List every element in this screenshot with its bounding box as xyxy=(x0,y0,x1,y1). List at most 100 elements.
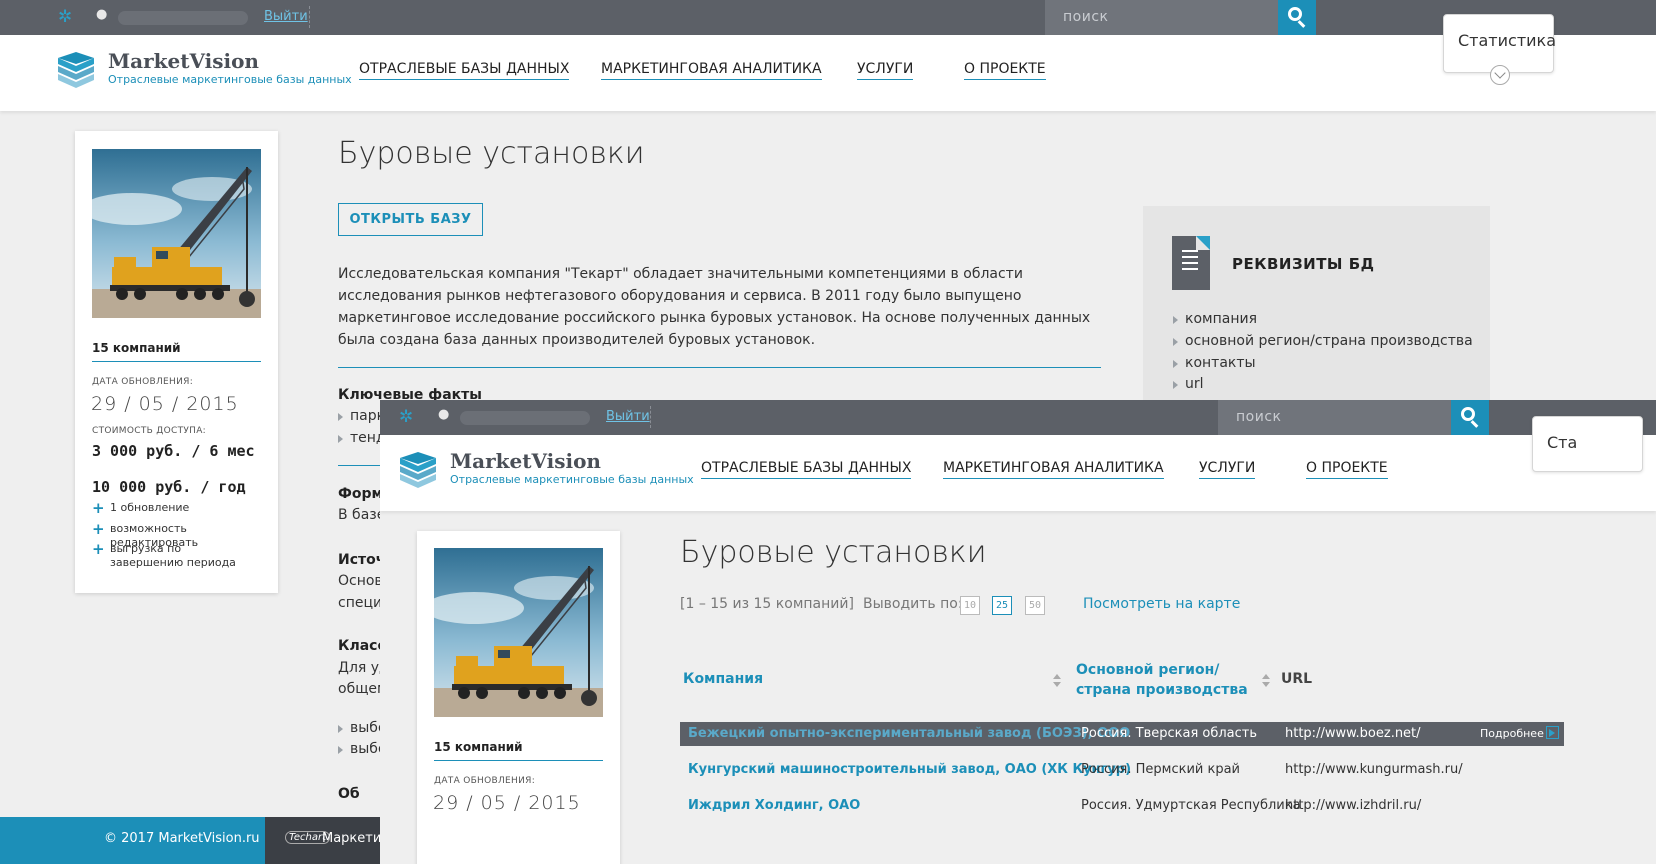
per-page-10[interactable]: 10 xyxy=(960,596,980,615)
table-row[interactable]: Бежецкий опытно-экспериментальный завод … xyxy=(680,722,1564,746)
url-cell[interactable]: http://www.kungurmash.ru/ xyxy=(1285,762,1463,777)
separator xyxy=(650,406,651,428)
details-arrow-icon[interactable] xyxy=(1546,726,1559,739)
per-page-50[interactable]: 50 xyxy=(1025,596,1045,615)
separator xyxy=(309,6,310,28)
column-company[interactable]: Компания xyxy=(683,669,763,689)
search-icon xyxy=(1288,7,1302,21)
search-input[interactable]: поиск xyxy=(1218,400,1451,435)
column-region[interactable]: Основной регион/страна производства xyxy=(1076,660,1256,700)
user-icon: ● xyxy=(96,7,108,22)
company-count: 15 компаний xyxy=(92,341,181,355)
drilling-rig-image xyxy=(92,149,261,318)
view-on-map-link[interactable]: Посмотреть на карте xyxy=(1083,596,1240,612)
open-database-button[interactable]: ОТКРЫТЬ БАЗУ xyxy=(338,203,483,236)
nav-about[interactable]: О ПРОЕКТЕ xyxy=(1306,460,1388,479)
brand-subtitle: Отраслевые маркетинговые базы данных xyxy=(108,73,352,86)
nav-analytics[interactable]: МАРКЕТИНГОВАЯ АНАЛИТИКА xyxy=(943,460,1164,479)
feature-item: выгрузка по завершению периода xyxy=(92,542,252,570)
partner-block[interactable]: Techart Маркетин xyxy=(265,817,390,864)
feature-item: 1 обновление xyxy=(92,501,272,515)
copyright: © 2017 MarketVision.ru xyxy=(104,831,260,846)
table-row[interactable]: Кунгурский машиностроительный завод, ОАО… xyxy=(680,758,1564,782)
key-fact-item: тенд xyxy=(338,430,386,446)
nav-services[interactable]: УСЛУГИ xyxy=(1199,460,1256,479)
details-link[interactable]: Подробнее xyxy=(1480,727,1544,740)
brand-title[interactable]: MarketVision xyxy=(108,49,259,73)
price-half-year: 3 000 руб. / 6 мес xyxy=(92,442,255,460)
key-fact-item: парк xyxy=(338,408,385,424)
database-card: 15 компаний ДАТА ОБНОВЛЕНИЯ: 29 / 05 / 2… xyxy=(75,131,278,593)
per-page-25[interactable]: 25 xyxy=(992,596,1012,615)
content-divider xyxy=(338,367,1101,368)
updated-label: ДАТА ОБНОВЛЕНИЯ: xyxy=(92,377,194,387)
card-divider xyxy=(434,760,603,761)
nav-databases[interactable]: ОТРАСЛЕВЫЕ БАЗЫ ДАННЫХ xyxy=(701,460,912,479)
table-row[interactable]: Иждрил Холдинг, ОАО Россия. Удмуртская Р… xyxy=(680,794,1564,818)
brand-title[interactable]: MarketVision xyxy=(450,449,601,473)
search-button[interactable] xyxy=(1451,400,1489,435)
region-cell: Россия. Удмуртская Республика xyxy=(1081,798,1301,813)
logout-link[interactable]: Выйти xyxy=(264,9,308,24)
price-year: 10 000 руб. / год xyxy=(92,478,246,496)
section-class-title: Класс xyxy=(338,638,386,654)
url-cell[interactable]: http://www.izhdril.ru/ xyxy=(1285,798,1421,813)
nav-databases[interactable]: ОТРАСЛЕВЫЕ БАЗЫ ДАННЫХ xyxy=(359,61,570,80)
drilling-rig-image xyxy=(434,548,603,717)
nav-about[interactable]: О ПРОЕКТЕ xyxy=(964,61,1046,80)
nav-services[interactable]: УСЛУГИ xyxy=(857,61,914,80)
marketvision-logo-icon[interactable] xyxy=(398,452,438,488)
content-divider xyxy=(338,465,380,466)
company-link[interactable]: Бежецкий опытно-экспериментальный завод … xyxy=(688,726,1130,741)
search-input[interactable]: поиск xyxy=(1045,0,1278,35)
updated-label: ДАТА ОБНОВЛЕНИЯ: xyxy=(434,776,536,786)
updated-date: 29 / 05 / 2015 xyxy=(433,792,581,814)
requisites-title: РЕКВИЗИТЫ БД xyxy=(1232,255,1375,273)
requisite-item: url xyxy=(1173,376,1204,392)
card-divider xyxy=(92,361,261,362)
search-icon xyxy=(1461,407,1475,421)
database-card: 15 компаний ДАТА ОБНОВЛЕНИЯ: 29 / 05 / 2… xyxy=(417,531,620,864)
logout-link[interactable]: Выйти xyxy=(606,409,650,424)
brand-subtitle: Отраслевые маркетинговые базы данных xyxy=(450,473,694,486)
statistics-tab[interactable]: Ста xyxy=(1532,416,1643,472)
nav-analytics[interactable]: МАРКЕТИНГОВАЯ АНАЛИТИКА xyxy=(601,61,822,80)
company-count: 15 компаний xyxy=(434,740,523,754)
statistics-tab[interactable]: Статистика xyxy=(1443,14,1556,85)
footer: © 2017 MarketVision.ru Techart Маркетин xyxy=(0,817,390,864)
page-title: Буровые установки xyxy=(680,535,987,570)
marketvision-logo-icon[interactable] xyxy=(56,52,96,88)
company-link[interactable]: Иждрил Холдинг, ОАО xyxy=(688,798,860,813)
section-sources-text: Основ xyxy=(338,573,383,589)
sort-icon[interactable] xyxy=(1053,674,1061,688)
sort-icon[interactable] xyxy=(1262,674,1270,688)
chevron-down-icon[interactable] xyxy=(1490,65,1510,85)
search-button[interactable] xyxy=(1278,0,1316,35)
section-sources-title: Источ xyxy=(338,552,386,568)
header: MarketVision Отраслевые маркетинговые ба… xyxy=(380,435,1656,511)
statistics-label: Статистика xyxy=(1458,31,1556,50)
settings-gear-icon[interactable]: ✲ xyxy=(399,409,415,426)
updated-date: 29 / 05 / 2015 xyxy=(91,393,239,415)
requisite-item: компания xyxy=(1173,311,1257,327)
company-link[interactable]: Кунгурский машиностроительный завод, ОАО… xyxy=(688,762,1131,777)
header: MarketVision Отраслевые маркетинговые ба… xyxy=(0,35,1656,111)
cost-label: СТОИМОСТЬ ДОСТУПА: xyxy=(92,426,207,436)
url-cell[interactable]: http://www.boez.net/ xyxy=(1285,726,1421,741)
user-icon: ● xyxy=(438,407,450,422)
description: Исследовательская компания "Текарт" обла… xyxy=(338,266,1091,348)
statistics-label: Ста xyxy=(1547,433,1578,452)
cut-heading: Об xyxy=(338,786,360,802)
requisites-panel: РЕКВИЗИТЫ БД компания основной регион/ст… xyxy=(1143,206,1490,400)
column-url: URL xyxy=(1281,671,1313,687)
requisite-item: основной регион/страна производства xyxy=(1173,333,1473,349)
requisite-item: контакты xyxy=(1173,355,1256,371)
top-bar: ✲ ● Выйти поиск xyxy=(380,400,1656,435)
section-formed-title: Форм xyxy=(338,486,383,502)
per-page-label: Выводить по: xyxy=(863,596,963,612)
result-range: [1 – 15 из 15 компаний] xyxy=(680,596,854,612)
settings-gear-icon[interactable]: ✲ xyxy=(58,9,74,26)
section-formed-text: В базе xyxy=(338,507,386,523)
document-icon xyxy=(1172,236,1210,290)
username-blurred xyxy=(118,11,248,25)
